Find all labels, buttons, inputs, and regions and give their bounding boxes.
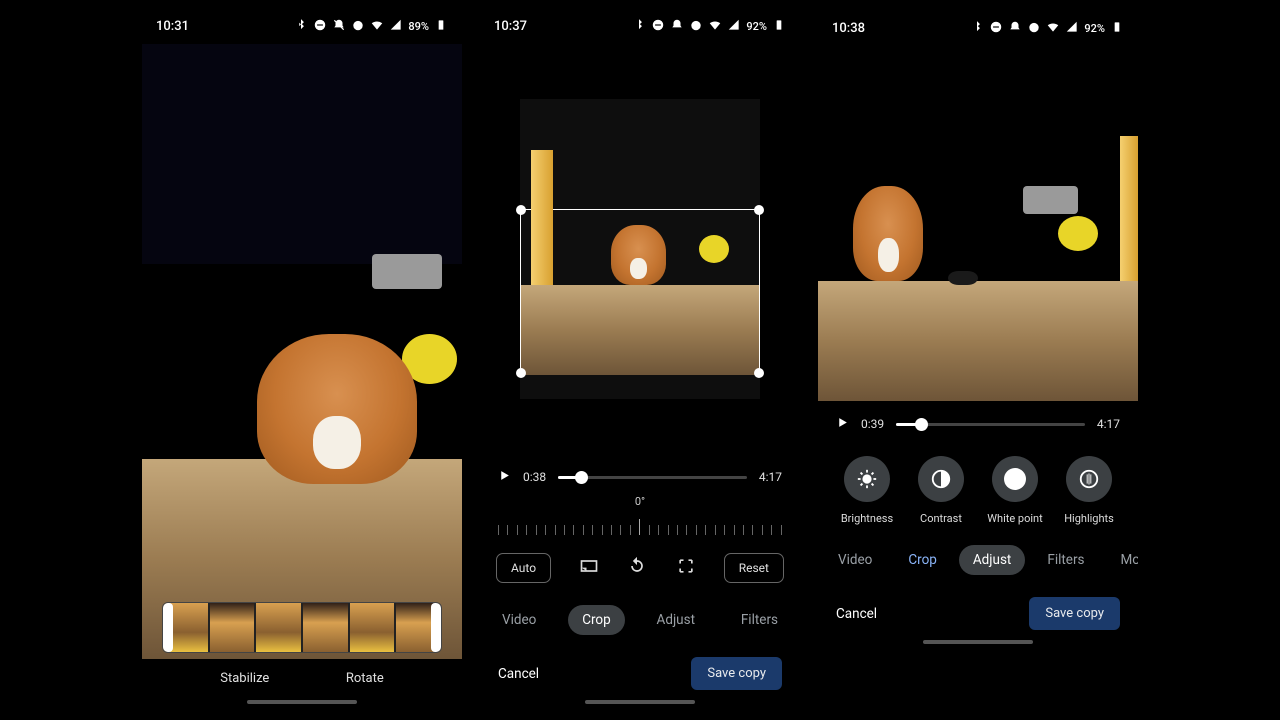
dnd-icon	[651, 18, 665, 35]
reset-button[interactable]: Reset	[724, 553, 784, 583]
total-time: 4:17	[1097, 417, 1120, 431]
screen-3: 10:38 92% 0:	[818, 10, 1138, 710]
dnd-icon	[989, 20, 1003, 37]
video-timeline-thumbnails[interactable]	[162, 602, 442, 654]
aspect-ratio-icon[interactable]	[579, 556, 599, 580]
bluetooth-icon	[970, 20, 984, 37]
status-time: 10:31	[156, 19, 189, 34]
adjust-preview[interactable]	[818, 46, 1138, 406]
adjust-contrast[interactable]: Contrast	[906, 456, 976, 525]
trim-handle-right[interactable]	[431, 603, 441, 653]
battery-icon	[1110, 20, 1124, 37]
status-time: 10:38	[832, 21, 865, 36]
alarm-icon	[351, 18, 365, 35]
auto-button[interactable]: Auto	[496, 553, 551, 583]
signal-icon	[727, 18, 741, 35]
crop-preview[interactable]	[480, 44, 800, 459]
screen-1: 10:31 89% Sta	[142, 10, 462, 710]
bluetooth-icon	[632, 18, 646, 35]
rotation-angle-label: 0°	[480, 495, 800, 508]
silent-icon	[670, 18, 684, 35]
tab-crop[interactable]: Crop	[568, 605, 625, 635]
trim-handle-left[interactable]	[163, 603, 173, 653]
save-copy-button[interactable]: Save copy	[1029, 597, 1120, 630]
rotate-icon[interactable]	[627, 556, 647, 580]
tab-crop[interactable]: Crop	[894, 545, 951, 575]
whitepoint-icon	[992, 456, 1038, 502]
battery-text: 92%	[746, 20, 767, 33]
transform-icon[interactable]	[676, 556, 696, 580]
adjust-whitepoint[interactable]: White point	[980, 456, 1050, 525]
seek-slider[interactable]	[558, 476, 747, 479]
tab-adjust[interactable]: Adjust	[959, 545, 1025, 575]
signal-icon	[389, 18, 403, 35]
screenshot-gallery: 10:31 89% Sta	[142, 10, 1138, 710]
signal-icon	[1065, 20, 1079, 37]
status-icons: 92%	[970, 20, 1124, 37]
gesture-bar	[923, 640, 1033, 644]
cancel-button[interactable]: Cancel	[498, 666, 539, 682]
battery-text: 89%	[408, 20, 429, 33]
highlights-label: Highlights	[1064, 512, 1114, 525]
crop-handle-tr[interactable]	[754, 205, 764, 215]
play-icon[interactable]	[498, 469, 511, 485]
wifi-icon	[1046, 20, 1060, 37]
contrast-icon	[918, 456, 964, 502]
stabilize-button[interactable]: Stabilize	[220, 671, 269, 686]
status-bar: 10:31 89%	[142, 10, 462, 44]
bluetooth-icon	[294, 18, 308, 35]
current-time: 0:39	[861, 417, 884, 431]
brightness-icon	[844, 456, 890, 502]
whitepoint-label: White point	[987, 512, 1042, 525]
rotate-button[interactable]: Rotate	[346, 671, 384, 686]
adjust-controls: Brightness Contrast White point Highligh…	[818, 442, 1138, 531]
current-time: 0:38	[523, 470, 546, 484]
crop-selection[interactable]	[520, 209, 760, 374]
battery-icon	[434, 18, 448, 35]
contrast-label: Contrast	[920, 512, 962, 525]
crop-handle-tl[interactable]	[516, 205, 526, 215]
play-icon[interactable]	[836, 416, 849, 432]
playback-bar: 0:38 4:17	[480, 459, 800, 495]
status-bar: 10:37 92%	[480, 10, 800, 44]
gesture-bar	[247, 700, 357, 704]
cancel-button[interactable]: Cancel	[836, 606, 877, 622]
brightness-label: Brightness	[841, 512, 893, 525]
playback-bar: 0:39 4:17	[818, 406, 1138, 442]
screen-2: 10:37 92%	[480, 10, 800, 710]
wifi-icon	[370, 18, 384, 35]
rotation-ruler[interactable]	[498, 514, 782, 535]
status-bar: 10:38 92%	[818, 10, 1138, 46]
silent-icon	[1008, 20, 1022, 37]
alarm-icon	[1027, 20, 1041, 37]
tab-video[interactable]: Video	[488, 605, 550, 635]
alarm-icon	[689, 18, 703, 35]
battery-text: 92%	[1084, 22, 1105, 35]
tab-video[interactable]: Video	[824, 545, 886, 575]
battery-icon	[772, 18, 786, 35]
adjust-highlights[interactable]: Highlights	[1054, 456, 1124, 525]
save-copy-button[interactable]: Save copy	[691, 657, 782, 690]
highlights-icon	[1066, 456, 1112, 502]
seek-slider[interactable]	[896, 423, 1085, 426]
silent-icon	[332, 18, 346, 35]
adjust-brightness[interactable]: Brightness	[832, 456, 902, 525]
total-time: 4:17	[759, 470, 782, 484]
gesture-bar	[585, 700, 695, 704]
status-icons: 89%	[294, 18, 448, 35]
crop-handle-bl[interactable]	[516, 368, 526, 378]
wifi-icon	[708, 18, 722, 35]
video-preview[interactable]	[142, 44, 462, 596]
status-time: 10:37	[494, 19, 527, 34]
status-icons: 92%	[632, 18, 786, 35]
tab-filters[interactable]: Filters	[1033, 545, 1098, 575]
crop-handle-br[interactable]	[754, 368, 764, 378]
tab-more[interactable]: More	[1107, 545, 1138, 575]
tab-adjust[interactable]: Adjust	[643, 605, 709, 635]
dnd-icon	[313, 18, 327, 35]
tab-filters[interactable]: Filters	[727, 605, 792, 635]
